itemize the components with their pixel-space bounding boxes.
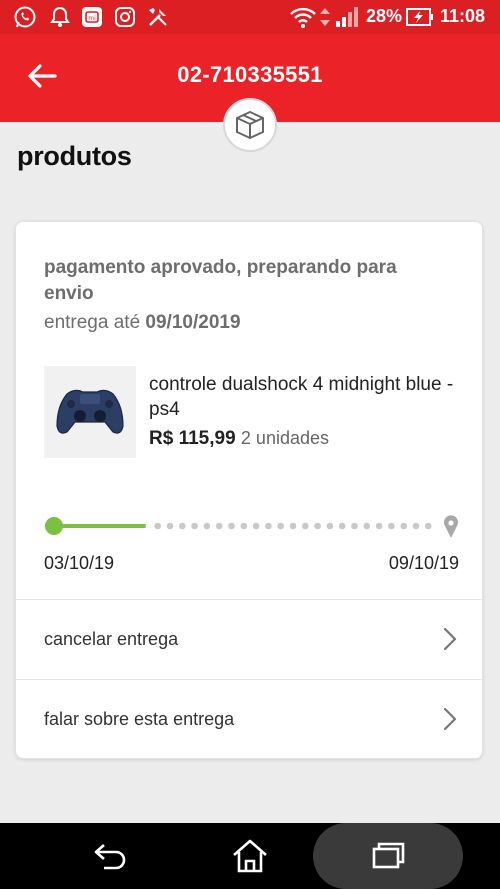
timeline-start-date: 03/10/19 [44, 553, 115, 573]
timeline-pending-dot [154, 522, 161, 530]
whatsapp-icon [14, 6, 36, 28]
order-card: pagamento aprovado, preparando para envi… [15, 221, 483, 759]
home-nav-icon [233, 839, 267, 873]
timeline-pending-dot [289, 522, 297, 530]
system-nav-bar [0, 823, 500, 889]
cancel-delivery-row[interactable]: cancelar entrega [16, 599, 482, 679]
tools-icon [149, 8, 167, 26]
timeline-pending-dot [179, 522, 186, 530]
battery-percent: 28% [366, 6, 403, 26]
status-time: 11:08 [440, 6, 486, 26]
order-number: 02-710335551 [177, 62, 323, 87]
timeline-pending-dot [326, 522, 334, 530]
battery-charging-icon [406, 8, 433, 26]
nav-back-button[interactable] [80, 833, 140, 879]
wifi-icon [290, 7, 316, 28]
timeline-pending-dot [228, 522, 235, 530]
back-nav-icon [94, 844, 126, 870]
status-bar: mi 28% 11:08 [0, 0, 500, 34]
timeline-pending-dot [388, 522, 395, 530]
timeline-pending-dot [302, 522, 309, 530]
product-name[interactable]: controle dualshock 4 midnight blue - ps4 [149, 372, 469, 422]
nav-home-button[interactable] [220, 833, 280, 879]
delivery-timeline [45, 515, 459, 538]
timeline-pending-dot [338, 522, 346, 530]
section-title: produtos [17, 141, 132, 171]
nav-recents-button[interactable] [358, 833, 418, 879]
location-pin-icon [444, 515, 459, 538]
timeline-pending-dot [166, 522, 174, 530]
product-quantity: 2 unidades [240, 428, 329, 448]
timeline-pending-dot [425, 522, 432, 530]
timeline-pending-dot [240, 522, 248, 530]
timeline-pending-dot [375, 522, 383, 530]
timeline-end-date: 09/10/19 [388, 553, 459, 573]
cancel-delivery-label: cancelar entrega [44, 629, 179, 649]
product-price: R$ 115,99 [149, 428, 236, 449]
delivery-estimate: entrega até 09/10/2019 [44, 312, 241, 334]
mi-app-icon: mi [82, 7, 102, 27]
timeline-pending-dot [412, 522, 420, 530]
timeline-pending-dot [314, 522, 321, 530]
data-arrows-icon [320, 8, 330, 26]
timeline-pending-dot [277, 522, 284, 530]
timeline-pending-dot [363, 522, 371, 530]
chevron-right-icon [443, 627, 457, 651]
timeline-pending-dot [203, 522, 211, 530]
timeline-pending-dot [351, 522, 358, 530]
instagram-icon [115, 7, 135, 27]
timeline-pending-dot [252, 522, 260, 530]
timeline-pending-dots [154, 522, 432, 530]
order-status: pagamento aprovado, preparando para envi… [44, 257, 397, 304]
timeline-pending-dot [400, 522, 408, 530]
product-price-line: R$ 115,99 2 unidades [149, 428, 329, 450]
recents-nav-icon [372, 842, 405, 869]
timeline-pending-dot [191, 522, 198, 530]
svg-text:mi: mi [88, 15, 96, 22]
bell-icon [50, 6, 70, 27]
gamepad-controller-icon [56, 389, 124, 434]
product-image[interactable] [44, 366, 136, 458]
timeline-pending-dot [215, 522, 223, 530]
delivery-date: 09/10/2019 [145, 312, 241, 333]
delivery-prefix: entrega até [44, 312, 141, 333]
package-badge [223, 98, 277, 152]
contact-delivery-row[interactable]: falar sobre esta entrega [16, 679, 482, 759]
timeline-pending-dot [265, 522, 272, 530]
contact-delivery-label: falar sobre esta entrega [44, 709, 235, 729]
chevron-right-icon [443, 707, 457, 731]
package-box-icon [236, 111, 264, 139]
signal-icon [336, 7, 358, 27]
